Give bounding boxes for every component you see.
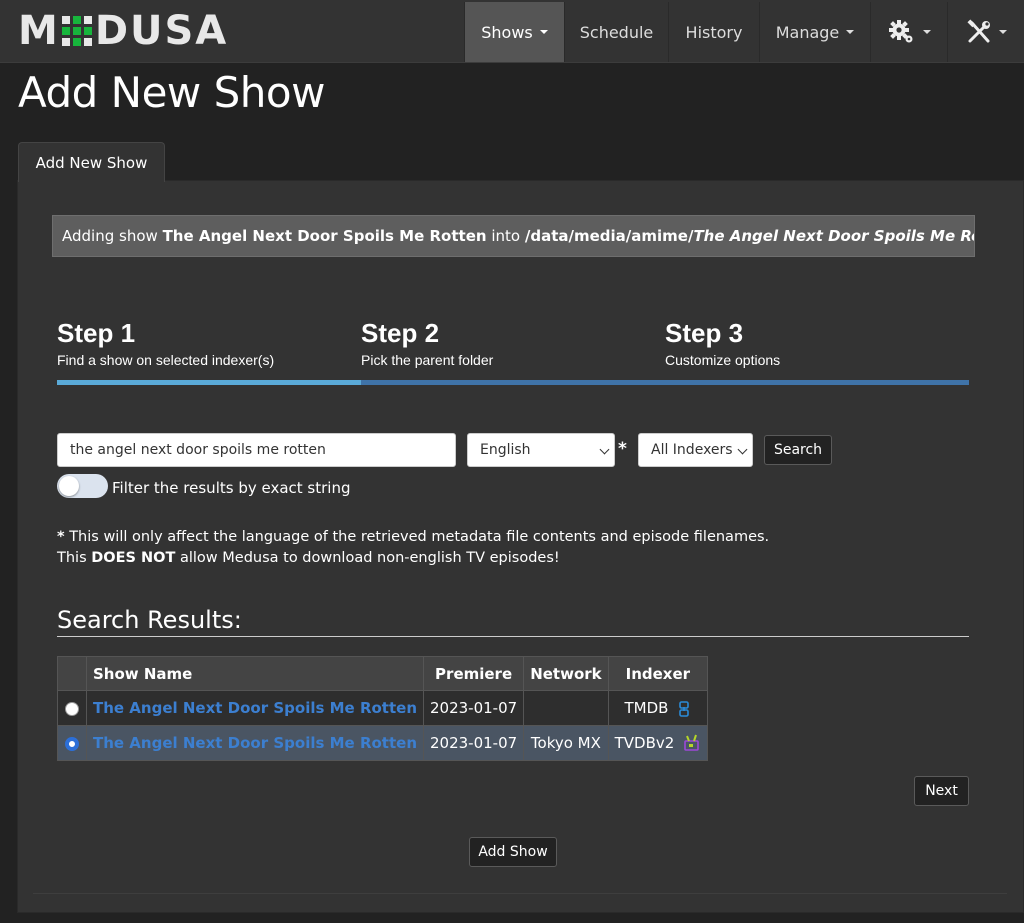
language-asterisk: *: [618, 439, 627, 459]
nav-manage-label: Manage: [775, 22, 840, 42]
next-button[interactable]: Next: [914, 776, 969, 806]
gear-icon: [888, 20, 912, 43]
step-3-desc: Customize options: [665, 352, 781, 368]
panel-divider: [33, 893, 1007, 894]
chevron-down-icon: [737, 444, 748, 455]
nav-schedule-label: Schedule: [579, 22, 654, 42]
nav-history[interactable]: History: [668, 2, 759, 62]
result-radio[interactable]: [65, 701, 79, 716]
tab-add-new-show[interactable]: Add New Show: [18, 142, 165, 182]
language-select-value: English: [480, 442, 531, 458]
search-results-table: Show Name Premiere Network Indexer The A…: [57, 656, 709, 761]
network-cell: [523, 690, 609, 726]
adding-path: /data/media/amime/: [524, 227, 694, 245]
show-name-link[interactable]: The Angel Next Door Spoils Me Rotten: [86, 690, 424, 726]
step-1-progress: [57, 380, 361, 385]
table-row[interactable]: The Angel Next Door Spoils Me Rotten 202…: [57, 725, 709, 761]
nav-history-label: History: [685, 22, 743, 42]
tools-icon: [966, 19, 990, 43]
indexer-select[interactable]: All Indexers: [638, 433, 753, 467]
download-note: This DOES NOT allow Medusa to download n…: [57, 550, 560, 566]
language-note: * This will only affect the language of …: [57, 529, 769, 545]
premiere-cell: 2023-01-07: [422, 725, 525, 761]
header-indexer: Indexer: [607, 656, 709, 691]
step-2: Step 2 Pick the parent folder: [361, 318, 493, 368]
step-3-progress: [665, 380, 969, 385]
adding-prefix: Adding show: [62, 227, 158, 245]
search-results-title: Search Results:: [57, 606, 242, 634]
show-search-input[interactable]: [57, 433, 456, 467]
tmdb-link-icon[interactable]: [677, 700, 691, 717]
header-premiere: Premiere: [422, 656, 525, 691]
tvdb-link-icon[interactable]: [683, 734, 701, 752]
row-radio-cell[interactable]: [57, 725, 87, 761]
indexer-name: TMDB: [624, 699, 669, 717]
logo-grid-icon: [61, 16, 92, 46]
adding-mid: into: [491, 227, 521, 245]
exact-string-label: Filter the results by exact string: [112, 479, 351, 497]
note-star: *: [57, 529, 65, 545]
search-results-divider: [57, 636, 969, 637]
adding-path-show: The Angel Next Door Spoils Me Rotten/: [693, 227, 974, 245]
note-line2-post: allow Medusa to download non-english TV …: [179, 550, 560, 566]
nav-schedule[interactable]: Schedule: [564, 2, 668, 62]
chevron-down-icon: [846, 30, 855, 34]
chevron-down-icon: [599, 444, 610, 455]
premiere-cell: 2023-01-07: [422, 690, 525, 726]
nav-shows-label: Shows: [481, 22, 533, 42]
step-1-title: Step 1: [57, 318, 136, 348]
result-radio-selected[interactable]: [65, 736, 79, 751]
step-3-title: Step 3: [665, 318, 744, 348]
chevron-down-icon: [539, 30, 548, 34]
note-line2-bold: DOES NOT: [91, 550, 176, 566]
step-2-progress: [361, 380, 665, 385]
indexer-cell: TVDBv2: [607, 725, 709, 761]
table-row[interactable]: The Angel Next Door Spoils Me Rotten 202…: [57, 690, 709, 726]
indexer-name: TVDBv2: [614, 733, 675, 752]
indexer-cell: TMDB: [607, 690, 709, 726]
toggle-knob: [59, 476, 79, 496]
nav-settings[interactable]: [870, 2, 947, 62]
navbar: M DUSA Shows Schedule History Manage: [0, 0, 1024, 63]
note-line1: This will only affect the language of th…: [69, 529, 770, 545]
nav-tools[interactable]: [947, 2, 1024, 62]
network-cell: Tokyo MX: [523, 725, 609, 761]
language-select[interactable]: English: [467, 433, 615, 467]
exact-string-toggle[interactable]: [57, 474, 108, 498]
step-2-desc: Pick the parent folder: [361, 352, 494, 368]
indexer-select-value: All Indexers: [651, 442, 733, 458]
show-name-link[interactable]: The Angel Next Door Spoils Me Rotten: [86, 725, 424, 761]
nav-manage[interactable]: Manage: [759, 2, 870, 62]
header-show-name: Show Name: [86, 656, 424, 691]
note-line2-pre: This: [57, 550, 87, 566]
adding-show-banner: Adding show The Angel Next Door Spoils M…: [52, 215, 975, 257]
add-show-panel: [17, 180, 1024, 913]
header-select: [57, 656, 87, 691]
adding-show-name: The Angel Next Door Spoils Me Rotten: [162, 227, 487, 245]
step-2-title: Step 2: [361, 318, 440, 348]
chevron-down-icon: [922, 30, 931, 34]
header-network: Network: [523, 656, 609, 691]
medusa-logo[interactable]: M DUSA: [18, 8, 228, 54]
row-radio-cell[interactable]: [57, 690, 87, 726]
chevron-down-icon: [998, 30, 1007, 34]
nav-shows[interactable]: Shows: [464, 2, 564, 62]
search-button[interactable]: Search: [764, 435, 832, 465]
step-3: Step 3 Customize options: [665, 318, 780, 368]
step-1: Step 1 Find a show on selected indexer(s…: [57, 318, 274, 368]
step-1-desc: Find a show on selected indexer(s): [57, 352, 275, 368]
add-show-button[interactable]: Add Show: [469, 837, 557, 867]
page-title: Add New Show: [18, 68, 325, 117]
